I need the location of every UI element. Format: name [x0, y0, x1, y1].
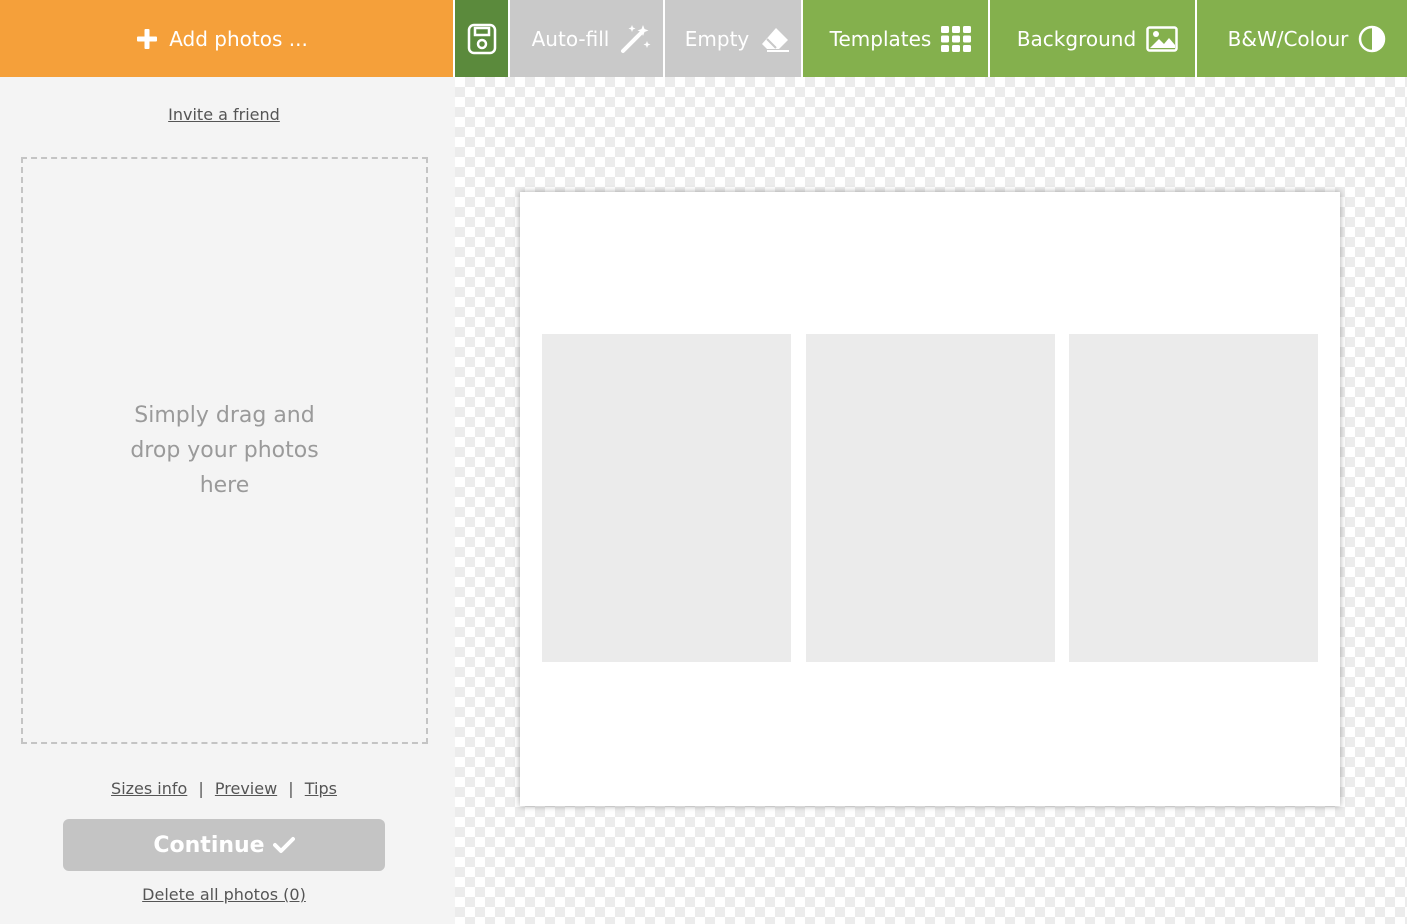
save-button[interactable]	[455, 0, 510, 77]
sizes-info-link[interactable]: Sizes info	[111, 779, 187, 798]
delete-all-photos-link[interactable]: Delete all photos (0)	[142, 885, 306, 904]
eraser-icon	[759, 25, 791, 53]
bw-colour-button[interactable]: B&W/Colour	[1197, 0, 1407, 77]
photo-slot[interactable]	[542, 334, 791, 662]
continue-label: Continue	[153, 832, 265, 858]
invite-friend-link[interactable]: Invite a friend	[168, 105, 280, 124]
link-separator: |	[198, 779, 204, 798]
sidebar: Invite a friend Simply drag and drop you…	[0, 77, 455, 924]
contrast-icon	[1358, 25, 1386, 53]
background-label: Background	[1016, 26, 1137, 51]
save-icon	[467, 23, 497, 55]
photo-dropzone[interactable]: Simply drag and drop your photos here	[21, 157, 428, 744]
autofill-button[interactable]: Auto-fill	[510, 0, 665, 77]
empty-label: Empty	[684, 26, 750, 51]
photo-slot[interactable]	[1069, 334, 1318, 662]
grid-icon	[941, 25, 972, 52]
tips-link[interactable]: Tips	[305, 779, 337, 798]
add-photos-button[interactable]: Add photos ...	[0, 0, 455, 77]
footer-links: Sizes info | Preview | Tips	[0, 779, 448, 798]
image-icon	[1146, 25, 1178, 52]
canvas-area	[455, 77, 1407, 924]
autofill-label: Auto-fill	[531, 26, 610, 51]
bw-colour-label: B&W/Colour	[1227, 26, 1349, 51]
templates-button[interactable]: Templates	[803, 0, 990, 77]
link-separator: |	[288, 779, 294, 798]
plus-icon	[135, 27, 159, 51]
dropzone-text: Simply drag and drop your photos here	[130, 403, 319, 498]
continue-button[interactable]: Continue	[63, 819, 385, 871]
top-toolbar: Add photos ... Auto-fill Empty Templates…	[0, 0, 1407, 77]
add-photos-label: Add photos ...	[169, 26, 308, 51]
collage-page	[520, 192, 1340, 806]
background-button[interactable]: Background	[990, 0, 1197, 77]
preview-link[interactable]: Preview	[215, 779, 277, 798]
magic-wand-icon	[619, 23, 651, 55]
photo-slot[interactable]	[806, 334, 1055, 662]
templates-label: Templates	[829, 26, 932, 51]
checkmark-icon	[272, 836, 295, 854]
empty-button[interactable]: Empty	[665, 0, 803, 77]
